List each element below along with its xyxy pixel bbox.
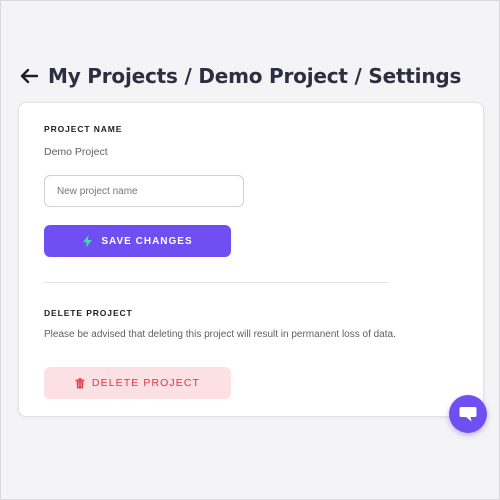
chat-launcher-button[interactable] [449,395,487,433]
save-changes-button[interactable]: SAVE CHANGES [44,225,231,257]
project-name-label: PROJECT NAME [44,124,123,134]
back-button[interactable] [18,65,40,87]
lightning-icon [83,235,93,247]
delete-project-label: DELETE PROJECT [44,308,133,318]
page-title: My Projects / Demo Project / Settings [48,64,462,88]
delete-project-button-label: DELETE PROJECT [91,377,201,389]
page-header: My Projects / Demo Project / Settings [18,64,461,88]
section-divider [44,282,389,283]
delete-warning-text: Please be advised that deleting this pro… [44,329,396,340]
trash-icon [75,377,85,388]
current-project-name: Demo Project [44,146,108,158]
arrow-left-icon [20,68,38,84]
project-name-input[interactable] [44,175,244,207]
chat-icon [459,407,477,422]
delete-project-button[interactable]: DELETE PROJECT [44,367,231,399]
save-changes-label: SAVE CHANGES [101,235,193,247]
settings-card: PROJECT NAME Demo Project SAVE CHANGES D… [18,102,484,417]
